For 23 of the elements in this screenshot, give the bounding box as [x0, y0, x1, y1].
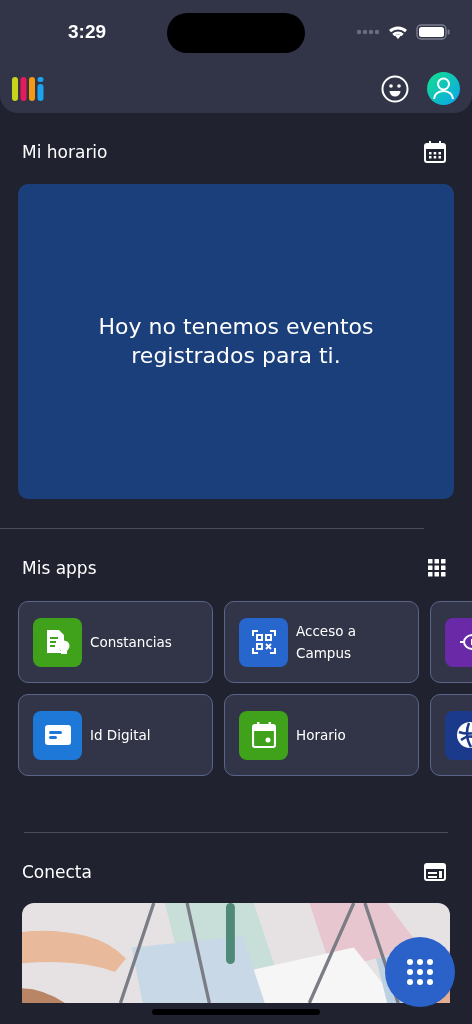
status-time: 3:29	[68, 21, 108, 43]
app-tile[interactable]: Horario	[224, 694, 419, 776]
avatar-icon[interactable]	[427, 72, 460, 105]
app-label: Acceso a Campus	[296, 622, 357, 663]
section-title: Mis apps	[22, 558, 97, 578]
app-tile[interactable]: Constancias	[18, 601, 213, 683]
smiley-icon[interactable]	[381, 74, 409, 103]
section-title: Conecta	[22, 862, 92, 882]
empty-message: Hoy no tenemos eventos registrados para ti.	[97, 312, 375, 370]
calendar-icon[interactable]	[424, 141, 446, 163]
grid-icon[interactable]	[428, 559, 446, 577]
app-label: Constancias	[90, 633, 172, 652]
app-tile[interactable]: Id Digital	[18, 694, 213, 776]
grid-icon	[407, 959, 433, 985]
logo-icon	[12, 76, 44, 101]
app-label: Id Digital	[90, 726, 151, 745]
app-tile[interactable]: Acceso a Campus	[224, 601, 419, 683]
wifi-icon	[388, 24, 408, 40]
app-label: Horario	[296, 726, 346, 745]
section-title: Mi horario	[22, 142, 108, 162]
signal-icon	[356, 29, 380, 35]
battery-icon	[416, 24, 450, 40]
layout-icon[interactable]	[424, 863, 446, 881]
